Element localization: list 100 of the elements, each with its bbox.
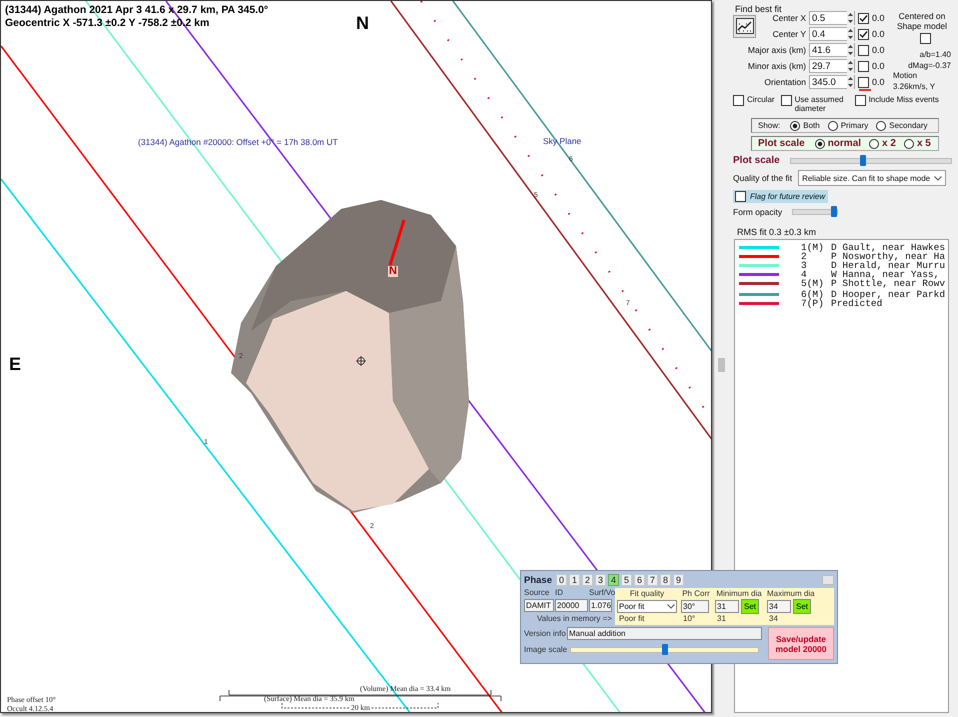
number-input[interactable]: 0.5	[809, 11, 855, 25]
number-input[interactable]: 345.0	[809, 75, 855, 89]
phase-tab[interactable]: 8	[660, 574, 671, 586]
column-label: ID	[555, 588, 564, 598]
radio-button[interactable]	[869, 138, 880, 148]
save-update-button[interactable]: Save/update model 20000	[768, 627, 834, 660]
input-value: 0.4	[812, 28, 826, 40]
radio-group-label: Plot scale	[758, 138, 805, 149]
best-fit-button[interactable]	[733, 14, 756, 38]
column-label: Fit quality	[628, 589, 666, 599]
number-input[interactable]: 0.4	[809, 27, 855, 41]
column-label: Ph Corr	[681, 589, 711, 599]
input-value: 41.6	[812, 44, 830, 56]
dropdown-value: Reliable size. Can fit to shape mode	[802, 174, 930, 182]
phase-tab[interactable]: 2	[582, 574, 593, 586]
sky-plane-label: Sky Plane	[543, 136, 582, 146]
checkbox[interactable]	[920, 33, 931, 44]
parameter-label: Center X	[771, 13, 806, 23]
centered-on-shape-label: Centered on Shape model	[896, 11, 948, 31]
checkbox[interactable]	[858, 28, 869, 40]
chord-number: 3	[801, 260, 808, 271]
maximum-diameter-field[interactable]: 34	[767, 600, 791, 613]
radio-label: Primary	[840, 121, 868, 130]
source-field[interactable]: DAMIT	[524, 599, 554, 612]
residual-value: 0.0	[872, 45, 886, 55]
slider-thumb[interactable]	[662, 644, 668, 655]
parameter-label: Minor axis (km)	[746, 61, 806, 71]
chord-number: 7(P)	[801, 298, 825, 309]
parameter-label: Major axis (km)	[746, 45, 806, 55]
checkbox[interactable]	[854, 95, 866, 106]
checkbox-label: Circular	[747, 95, 775, 104]
memory-value: 34	[768, 614, 779, 624]
set-button[interactable]: Set	[793, 599, 811, 614]
radio-label: normal	[828, 138, 862, 149]
checkbox-label: Include Miss events	[868, 95, 939, 104]
phase-tab[interactable]: 5	[621, 574, 632, 586]
motion-label: Motion	[893, 71, 918, 82]
checkbox[interactable]	[858, 60, 869, 72]
slider[interactable]	[792, 209, 838, 215]
memory-value: 10°	[682, 614, 696, 624]
north-pole-line	[388, 220, 406, 266]
checkbox[interactable]	[735, 191, 746, 202]
radio-label: Both	[803, 121, 820, 130]
input-value: 29.7	[812, 60, 830, 72]
checkbox[interactable]	[858, 76, 869, 88]
observer-name: P Shottle, near Rowv	[831, 278, 946, 289]
checkbox[interactable]	[858, 44, 869, 56]
slider-thumb[interactable]	[860, 154, 866, 166]
observer-name: W Hanna, near Yass,	[831, 269, 940, 280]
chevron-down-icon	[934, 176, 942, 180]
memory-value: Poor fit	[618, 614, 646, 624]
chevron-down-icon	[667, 604, 675, 609]
quality-label: Quality of the fit	[733, 173, 792, 183]
flag-review-option[interactable]: Flag for future review	[733, 190, 828, 203]
checkbox[interactable]	[858, 12, 869, 24]
phase-tab[interactable]: 3	[595, 574, 606, 586]
checkbox[interactable]	[780, 95, 792, 106]
checkbox[interactable]	[733, 95, 744, 106]
slider-thumb[interactable]	[831, 206, 838, 217]
phase-tab[interactable]: 0	[556, 574, 567, 586]
input-value: 0.5	[812, 12, 826, 24]
parameter-label: Orientation	[763, 77, 806, 87]
phase-correction-field[interactable]: 30°	[681, 600, 709, 613]
phase-label: Phase	[524, 574, 552, 586]
phase-tab[interactable]: 9	[673, 574, 684, 586]
fit-quality-dropdown[interactable]: Poor fit	[617, 600, 677, 613]
radio-button[interactable]	[828, 120, 838, 130]
rms-fit: RMS fit 0.3 ±0.3 km	[737, 227, 817, 237]
id-field[interactable]: 20000	[555, 599, 588, 612]
chord-number: 4	[801, 269, 807, 280]
surface-volume-field[interactable]: 1.076	[589, 599, 612, 612]
radio-button[interactable]	[790, 120, 800, 130]
radio-button[interactable]	[876, 120, 886, 130]
observer-name: D Herald, near Murru	[831, 260, 946, 271]
chord-number: 5(M)	[801, 278, 825, 289]
quality-dropdown[interactable]: Reliable size. Can fit to shape mode	[798, 170, 946, 186]
residual-value: 0.0	[872, 61, 886, 71]
flag-review-label: Flag for future review	[750, 192, 826, 201]
number-input[interactable]: 41.6	[809, 43, 855, 57]
radio-button[interactable]	[814, 138, 825, 148]
radio-button[interactable]	[904, 138, 914, 148]
set-button[interactable]: Set	[741, 599, 759, 614]
observer-name: D Gault, near Hawkes	[831, 242, 946, 253]
scrollbar-thumb[interactable]	[718, 358, 725, 372]
slider[interactable]	[790, 158, 952, 164]
slider[interactable]	[570, 647, 759, 653]
axis-ratio: a/b=1.40	[920, 50, 951, 60]
memory-value: 31	[716, 614, 727, 624]
minimum-diameter-field[interactable]: 31	[715, 600, 739, 613]
phase-tab[interactable]: 7	[647, 574, 658, 586]
version-info-field[interactable]: Manual addition	[567, 627, 762, 640]
values-in-memory-label: Values in memory =>	[536, 614, 612, 624]
column-label: Source	[524, 588, 550, 598]
phase-tab[interactable]: 1	[569, 574, 580, 586]
phase-tab[interactable]: 6	[634, 574, 645, 586]
number-input[interactable]: 29.7	[809, 59, 855, 73]
phase-tab[interactable]: 4	[608, 574, 619, 586]
residual-value: 0.0	[872, 13, 886, 23]
find-best-fit-label: Find best fit	[735, 4, 783, 14]
version-info-label: Version info	[524, 628, 564, 638]
